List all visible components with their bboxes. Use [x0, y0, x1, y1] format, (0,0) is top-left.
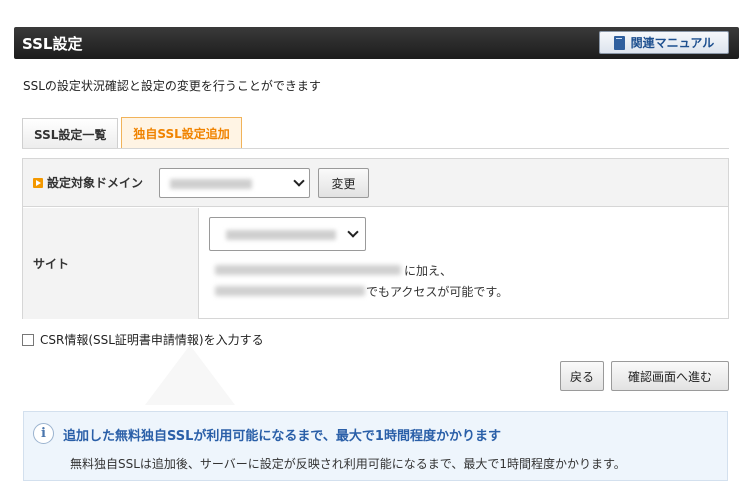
domain-label: 設定対象ドメイン	[47, 176, 144, 190]
arrow-bullet-icon	[33, 178, 43, 188]
site-note-line2: でもアクセスが可能です。	[366, 285, 509, 299]
site-select-value-redacted	[226, 230, 336, 240]
domain-select-value-redacted	[170, 179, 252, 189]
related-manual-button[interactable]: 関連マニュアル	[599, 31, 729, 54]
tab-ssl-list[interactable]: SSL設定一覧	[22, 118, 119, 149]
csr-checkbox[interactable]	[22, 333, 34, 346]
info-icon: i	[33, 423, 54, 444]
change-button[interactable]: 変更	[318, 168, 369, 198]
site-alt-url-redacted	[215, 286, 365, 296]
site-row: サイト に加え、 でもアクセスが可能です。	[23, 208, 728, 319]
info-body: 無料独自SSLは追加後、サーバーに設定が反映され利用可能になるまで、最大で1時間…	[70, 457, 626, 471]
site-select[interactable]	[209, 217, 366, 251]
chevron-down-icon	[293, 175, 305, 187]
background-watermark	[145, 345, 235, 405]
book-icon	[613, 35, 625, 50]
chevron-down-icon	[347, 226, 359, 238]
site-label: サイト	[33, 257, 70, 271]
site-note-line1: に加え、	[404, 264, 453, 278]
page-description: SSLの設定状況確認と設定の変更を行うことができます	[23, 79, 321, 93]
site-url-redacted	[215, 265, 401, 275]
tab-divider	[22, 148, 729, 149]
related-manual-label: 関連マニュアル	[630, 36, 715, 50]
ssl-settings-form: 設定対象ドメイン 変更 サイト に加え、 でもアクセスが可能です。	[22, 158, 729, 319]
domain-select[interactable]	[159, 168, 310, 198]
tab-bar: SSL設定一覧 独自SSL設定追加	[22, 117, 242, 149]
page-header: SSL設定 関連マニュアル	[14, 27, 739, 59]
back-button[interactable]: 戻る	[560, 361, 604, 391]
site-label-cell: サイト	[23, 208, 199, 319]
page-title: SSL設定	[22, 35, 83, 53]
info-title: 追加した無料独自SSLが利用可能になるまで、最大で1時間程度かかります	[63, 429, 501, 444]
domain-row: 設定対象ドメイン 変更	[23, 159, 728, 207]
tab-add-ssl[interactable]: 独自SSL設定追加	[121, 117, 242, 149]
confirm-button[interactable]: 確認画面へ進む	[611, 361, 729, 391]
info-notice: i 追加した無料独自SSLが利用可能になるまで、最大で1時間程度かかります 無料…	[23, 411, 728, 481]
